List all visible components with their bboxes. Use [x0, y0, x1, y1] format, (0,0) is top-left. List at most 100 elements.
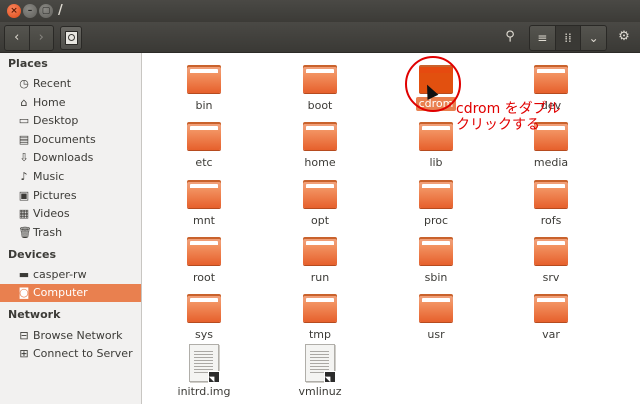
file-name: etc [195, 156, 213, 169]
sidebar-item-downloads[interactable]: ⇩ Downloads [0, 149, 141, 167]
file-name: tmp [308, 328, 331, 341]
folder-icon [303, 180, 337, 208]
grid-view-button[interactable]: ⁞⁞ [554, 26, 581, 50]
sidebar-item-music[interactable]: ♪ Music [0, 168, 141, 186]
sidebar-item-label: Downloads [33, 151, 94, 164]
sidebar-section-network: Network [8, 308, 61, 321]
gear-icon: ⚙ [618, 29, 630, 44]
folder-item-run[interactable]: run [280, 237, 360, 291]
file-name: initrd.img [177, 385, 231, 398]
sidebar-item-label: casper-rw [33, 268, 87, 281]
folder-item-srv[interactable]: srv [511, 237, 591, 291]
sidebar-item-pictures[interactable]: ▣ Pictures [0, 187, 141, 205]
sidebar-item-recent[interactable]: ◷ Recent [0, 75, 141, 93]
folder-icon [534, 65, 568, 93]
file-name: run [310, 271, 330, 284]
symlink-file-icon [189, 344, 220, 383]
folder-icon [303, 294, 337, 322]
sidebar-item-trash[interactable]: 🗑 Trash [0, 224, 141, 242]
file-name: media [533, 156, 569, 169]
home-icon: ⌂ [20, 96, 28, 109]
sidebar-item-videos[interactable]: ▦ Videos [0, 205, 141, 223]
folder-icon [187, 180, 221, 208]
folder-item-tmp[interactable]: tmp [280, 294, 360, 348]
folder-item-etc[interactable]: etc [164, 122, 244, 176]
sidebar-item-label: Connect to Server [33, 347, 133, 360]
sidebar-item-label: Computer [33, 286, 88, 299]
list-view-button[interactable]: ≡ [530, 26, 555, 50]
folder-item-bin[interactable]: bin [164, 65, 244, 119]
file-name: rofs [540, 214, 562, 227]
file-name: lib [429, 156, 443, 169]
folder-item-mnt[interactable]: mnt [164, 180, 244, 234]
network-icon: ⊟ [19, 329, 29, 342]
folder-icon [419, 294, 453, 322]
folder-item-boot[interactable]: boot [280, 65, 360, 119]
folder-item-root[interactable]: root [164, 237, 244, 291]
file-name: root [192, 271, 216, 284]
sidebar-section-places: Places [8, 57, 48, 70]
minimize-window-button[interactable]: – [23, 4, 37, 18]
search-icon: ⚲ [505, 29, 515, 44]
folder-item-sbin[interactable]: sbin [396, 237, 476, 291]
drive-icon: ▬ [18, 268, 30, 281]
folder-item-proc[interactable]: proc [396, 180, 476, 234]
sidebar-item-label: Browse Network [33, 329, 123, 342]
forward-button[interactable]: › [28, 26, 54, 50]
folder-icon [419, 180, 453, 208]
view-switcher: ≡ ⁞⁞ ⌄ [529, 25, 607, 51]
folder-item-home[interactable]: home [280, 122, 360, 176]
sidebar-section-devices: Devices [8, 248, 57, 261]
sidebar-item-casper-rw[interactable]: ▬ casper-rw [0, 266, 141, 284]
folder-item-usr[interactable]: usr [396, 294, 476, 348]
folder-item-sys[interactable]: sys [164, 294, 244, 348]
sidebar-item-documents[interactable]: ▤ Documents [0, 131, 141, 149]
sidebar-item-desktop[interactable]: ▭ Desktop [0, 112, 141, 130]
sidebar-item-label: Videos [33, 207, 70, 220]
trash-icon: 🗑 [18, 226, 32, 239]
sidebar-item-browse-network[interactable]: ⊟ Browse Network [0, 327, 141, 345]
file-name: opt [310, 214, 330, 227]
folder-item-var[interactable]: var [511, 294, 591, 348]
file-name: sbin [424, 271, 448, 284]
title-bar: × – ▢ / [0, 0, 640, 22]
close-window-button[interactable]: × [7, 4, 21, 18]
file-name: home [304, 156, 336, 169]
annotation-line-1: cdrom をダブル [456, 101, 561, 117]
file-name: var [542, 328, 560, 341]
settings-button[interactable]: ⚙ [612, 25, 636, 49]
toolbar: ‹ › ⚲ ≡ ⁞⁞ ⌄ ⚙ [0, 22, 640, 53]
folder-icon [303, 122, 337, 150]
annotation-line-2: クリックする [456, 117, 540, 133]
sidebar-item-computer[interactable]: ◙ Computer [0, 284, 141, 302]
folder-item-rofs[interactable]: rofs [511, 180, 591, 234]
computer-icon: ◙ [18, 286, 30, 299]
file-name: proc [423, 214, 449, 227]
symlink-file-icon [305, 344, 336, 383]
file-name: vmlinuz [298, 385, 342, 398]
search-button[interactable]: ⚲ [498, 25, 522, 49]
folder-icon [419, 237, 453, 265]
path-bar-root-button[interactable] [60, 26, 82, 50]
videos-icon: ▦ [18, 207, 30, 220]
folder-icon [534, 237, 568, 265]
back-button[interactable]: ‹ [5, 26, 29, 50]
disk-drive-icon [64, 31, 78, 45]
sidebar-item-label: Trash [33, 226, 63, 239]
folder-icon [187, 122, 221, 150]
sidebar-item-label: Music [33, 170, 65, 183]
documents-icon: ▤ [18, 133, 30, 146]
sidebar-item-connect-to-server[interactable]: ⊞ Connect to Server [0, 345, 141, 363]
file-item-initrd-img[interactable]: initrd.img [164, 344, 244, 400]
sidebar-item-home[interactable]: ⌂ Home [0, 94, 141, 112]
sidebar-item-label: Recent [33, 77, 72, 90]
sidebar: Places ◷ Recent ⌂ Home ▭ Desktop ▤ Docum… [0, 53, 142, 404]
file-item-vmlinuz[interactable]: vmlinuz [280, 344, 360, 400]
folder-item-opt[interactable]: opt [280, 180, 360, 234]
sidebar-item-label: Desktop [33, 114, 79, 127]
folder-icon [303, 237, 337, 265]
desktop-icon: ▭ [18, 114, 30, 127]
maximize-window-button[interactable]: ▢ [39, 4, 53, 18]
view-options-button[interactable]: ⌄ [580, 26, 606, 50]
navigation-buttons: ‹ › [4, 25, 54, 51]
